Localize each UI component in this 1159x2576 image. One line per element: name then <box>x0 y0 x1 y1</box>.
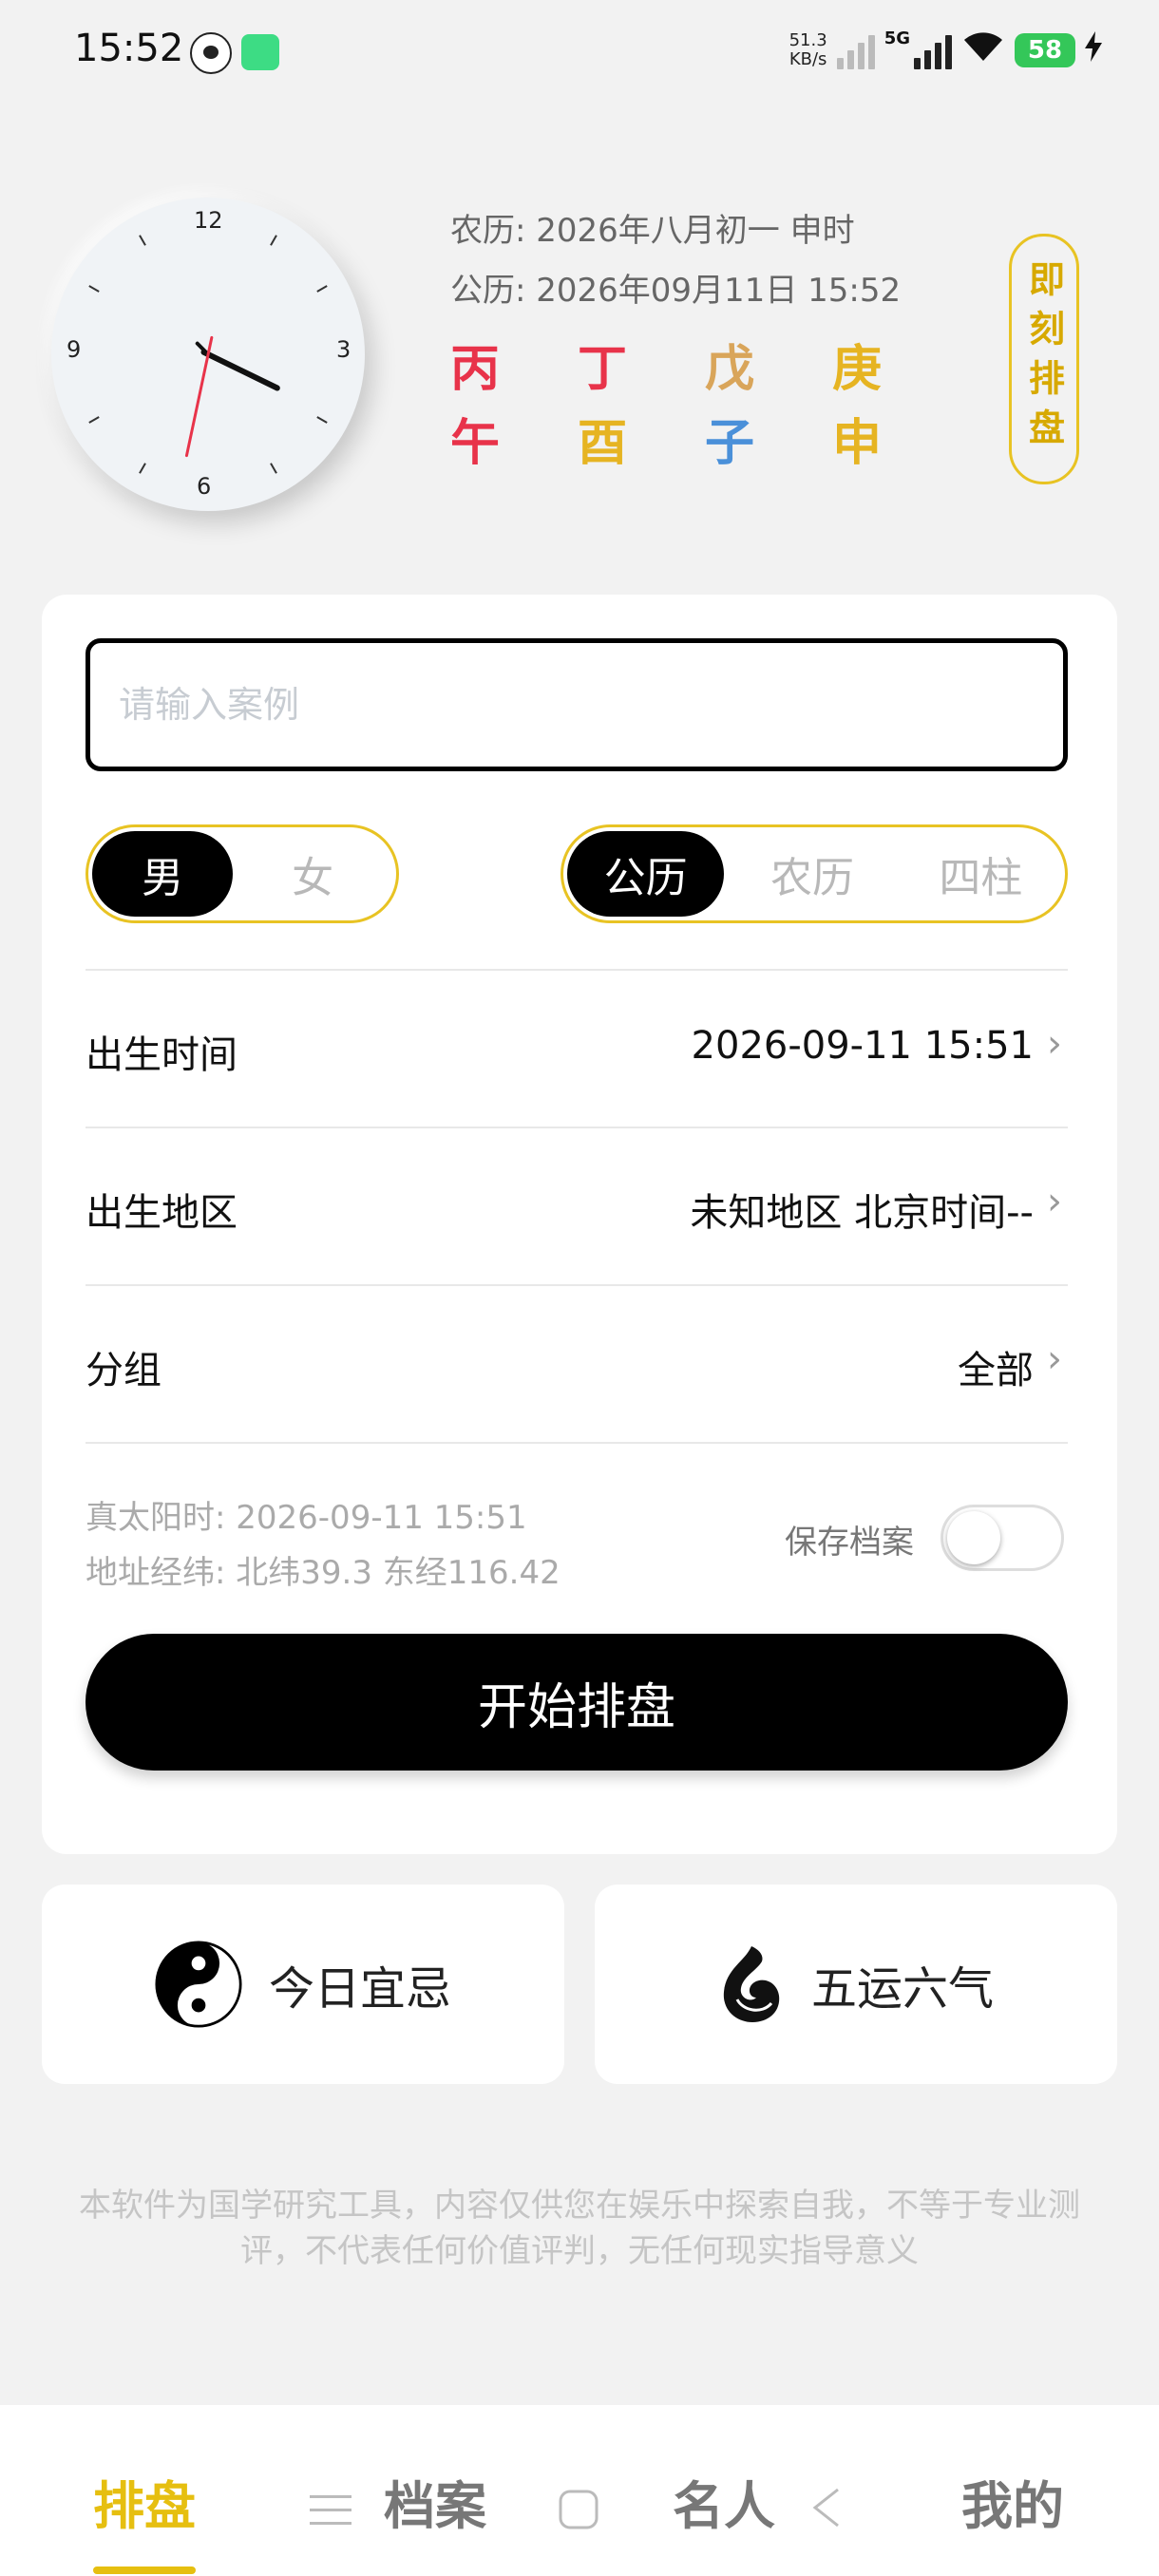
network-type: 5G <box>884 28 910 48</box>
clock-tick <box>88 285 101 293</box>
nav-tab-archive[interactable]: 档案 <box>384 2464 486 2539</box>
net-speed: 51.3 KB/s <box>788 29 827 69</box>
yin-yang-icon <box>155 1941 242 2028</box>
ganzhi-branch-hour: 申 <box>832 415 883 472</box>
system-back-icon[interactable] <box>809 2485 842 2542</box>
status-time: 15:52 <box>74 27 184 70</box>
calendar-type-selector: 公历 农历 四柱 <box>560 824 1068 923</box>
analog-clock: 12 3 6 9 <box>51 198 365 511</box>
active-tab-indicator <box>93 2567 196 2574</box>
daily-almanac-label: 今日宜忌 <box>268 1962 451 2016</box>
clock-tick <box>139 462 146 474</box>
system-menu-icon[interactable] <box>310 2485 352 2542</box>
ganzhi-branch-day: 子 <box>705 415 755 472</box>
birth-time-value: 2026-09-11 15:51 <box>691 1024 1034 1068</box>
wifi-icon <box>961 28 1005 71</box>
ganzhi-branch-month: 酉 <box>578 415 628 472</box>
signal-sim2-icon <box>914 31 952 69</box>
signal-sim1-icon <box>836 31 875 69</box>
nav-tab-chart[interactable]: 排盘 <box>93 2464 196 2539</box>
gender-selector: 男 女 <box>86 824 399 923</box>
clock-tick <box>270 235 277 247</box>
swirl-icon <box>723 1946 780 2022</box>
system-home-icon[interactable] <box>559 2485 598 2542</box>
chevron-right-icon: › <box>1047 1022 1062 1066</box>
charging-icon <box>1085 30 1102 69</box>
start-chart-button[interactable]: 开始排盘 <box>86 1634 1068 1771</box>
group-row[interactable]: 分组 全部 › <box>86 1284 1068 1444</box>
clock-tick <box>315 285 328 293</box>
ganzhi-stem-hour: 庚 <box>832 341 883 398</box>
birth-region-value: 未知地区 北京时间-- <box>690 1191 1034 1235</box>
nav-tab-celebrities[interactable]: 名人 <box>673 2464 775 2539</box>
true-solar-time: 真太阳时: 2026-09-11 15:51 <box>86 1499 527 1537</box>
daily-almanac-tile[interactable]: 今日宜忌 <box>42 1885 564 2084</box>
clock-tick <box>315 416 328 424</box>
toggle-knob <box>947 1511 1000 1564</box>
clock-tick <box>88 416 101 424</box>
ganzhi-stem-day: 戊 <box>705 341 755 398</box>
clock-second-hand <box>184 335 214 457</box>
lunar-date: 农历: 2026年八月初一 申时 <box>450 212 855 250</box>
clock-tick <box>270 462 277 474</box>
coordinates: 地址经纬: 北纬39.3 东经116.42 <box>86 1554 560 1592</box>
chart-form-card: 男 女 公历 农历 四柱 出生时间 2026-09-11 15:51 › 出生地… <box>42 595 1117 1854</box>
gender-female-option[interactable]: 女 <box>233 831 392 917</box>
bottom-navigation: 排盘 档案 名人 我的 <box>0 2405 1159 2576</box>
net-speed-unit: KB/s <box>788 48 827 69</box>
net-speed-value: 51.3 <box>788 29 827 50</box>
birth-time-row[interactable]: 出生时间 2026-09-11 15:51 › <box>86 969 1068 1128</box>
disclaimer-text: 本软件为国学研究工具，内容仅供您在娱乐中探索自我，不等于专业测评，不代表任何价值… <box>79 2187 1080 2270</box>
chevron-right-icon: › <box>1047 1337 1062 1381</box>
quick-chart-label: 即刻排盘 <box>1022 260 1065 458</box>
ganzhi-stem-year: 丙 <box>450 341 501 398</box>
calendar-pillars-option[interactable]: 四柱 <box>901 831 1061 917</box>
birth-region-label: 出生地区 <box>86 1191 238 1235</box>
save-archive-toggle[interactable] <box>940 1505 1064 1571</box>
calendar-solar-option[interactable]: 公历 <box>567 831 725 917</box>
case-name-input[interactable] <box>86 638 1068 771</box>
status-icons: 51.3 KB/s 5G 58 <box>789 28 1102 71</box>
clock-number-6: 6 <box>197 473 212 500</box>
avatar-notification-icon <box>190 32 232 74</box>
clock-number-3: 3 <box>336 336 352 363</box>
divider <box>86 1442 1068 1444</box>
gender-male-option[interactable]: 男 <box>92 831 234 917</box>
birth-region-row[interactable]: 出生地区 未知地区 北京时间-- › <box>86 1127 1068 1286</box>
ganzhi-stem-month: 丁 <box>578 341 628 398</box>
calendar-lunar-option[interactable]: 农历 <box>724 831 900 917</box>
chevron-right-icon: › <box>1047 1180 1062 1223</box>
save-archive-label: 保存档案 <box>785 1524 914 1562</box>
wuyun-liuqi-tile[interactable]: 五运六气 <box>595 1885 1117 2084</box>
clock-hour-hand <box>200 348 281 392</box>
clock-number-9: 9 <box>66 336 82 363</box>
group-value: 全部 <box>958 1349 1034 1392</box>
nav-tab-mine[interactable]: 我的 <box>961 2464 1064 2539</box>
status-bar: 15:52 51.3 KB/s 5G 58 <box>0 0 1159 104</box>
birth-time-label: 出生时间 <box>86 1033 238 1077</box>
ganzhi-branch-year: 午 <box>450 415 501 472</box>
solar-date: 公历: 2026年09月11日 15:52 <box>450 272 902 310</box>
android-notification-icon <box>241 34 279 70</box>
clock-tick <box>139 235 146 247</box>
wuyun-liuqi-label: 五运六气 <box>810 1962 994 2016</box>
quick-chart-button[interactable]: 即刻排盘 <box>1009 234 1079 484</box>
group-label: 分组 <box>86 1349 162 1392</box>
battery-icon: 58 <box>1015 32 1075 67</box>
clock-number-12: 12 <box>194 207 223 234</box>
